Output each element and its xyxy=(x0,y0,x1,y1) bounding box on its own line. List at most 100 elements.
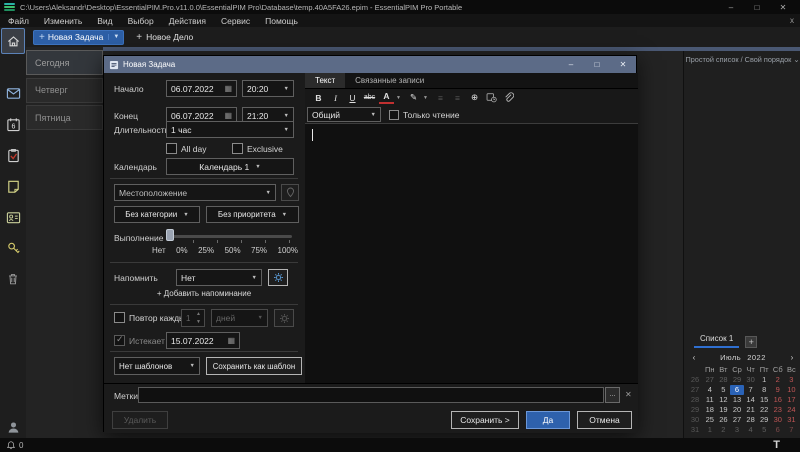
all-day-checkbox[interactable] xyxy=(166,143,177,154)
readonly-toggle[interactable]: Только чтение xyxy=(389,109,459,120)
notifications-bell-icon[interactable] xyxy=(6,440,16,451)
completion-slider-handle[interactable] xyxy=(166,229,174,241)
calendar-day-cell[interactable]: 22 xyxy=(757,405,771,415)
dropdown-arrow-icon[interactable]: ▼ xyxy=(371,112,376,118)
spinner-down-icon[interactable]: ▼ xyxy=(194,320,203,325)
priority-select[interactable]: Без приоритета ▼ xyxy=(206,206,299,223)
calendar-day-cell[interactable]: 11 xyxy=(703,395,717,405)
start-date-field[interactable]: 06.07.2022 ▦ xyxy=(166,80,237,97)
sidebar-item-passwords[interactable] xyxy=(0,237,26,259)
expires-date-field[interactable]: 15.07.2022 ▦ xyxy=(166,332,240,349)
calendar-day-cell[interactable]: 10 xyxy=(785,385,799,395)
font-color-dropdown-icon[interactable]: ▼ xyxy=(396,95,404,101)
calendar-day-cell[interactable]: 2 xyxy=(771,375,785,385)
dropdown-arrow-icon[interactable]: ▼ xyxy=(190,363,195,369)
calendar-day-cell[interactable]: 2 xyxy=(717,425,731,435)
calendar-next-button[interactable]: › xyxy=(785,353,799,362)
day-group-row[interactable]: Четверг xyxy=(26,77,103,103)
attach-file-button[interactable] xyxy=(501,91,516,104)
calendar-day-cell[interactable]: 19 xyxy=(717,405,731,415)
repeat-interval-spinner[interactable]: 1 ▲ ▼ xyxy=(181,309,205,327)
calendar-day-cell[interactable]: 3 xyxy=(730,425,744,435)
dropdown-arrow-icon[interactable]: ▼ xyxy=(183,212,188,218)
window-close-button[interactable]: ✕ xyxy=(770,3,796,12)
date-picker-icon[interactable]: ▦ xyxy=(224,111,232,120)
day-group-row[interactable]: Сегодня xyxy=(26,50,103,75)
dropdown-arrow-icon[interactable]: ▼ xyxy=(282,212,287,218)
tags-more-button[interactable]: ... xyxy=(605,387,620,403)
templates-select[interactable]: Нет шаблонов ▼ xyxy=(114,357,200,375)
calendar-day-cell[interactable]: 1 xyxy=(703,425,717,435)
calendar-day-cell[interactable]: 28 xyxy=(744,415,758,425)
sidebar-item-calendar[interactable]: 6 xyxy=(0,113,26,135)
yes-button[interactable]: Да xyxy=(526,411,570,429)
dialog-minimize-button[interactable]: – xyxy=(558,56,584,73)
sidebar-item-today[interactable] xyxy=(1,28,25,54)
calendar-day-cell[interactable]: 6 xyxy=(730,385,744,395)
tab-list1[interactable]: Список 1 xyxy=(694,332,740,348)
exclusive-checkbox[interactable] xyxy=(232,143,243,154)
calendar-day-cell[interactable]: 18 xyxy=(703,405,717,415)
user-avatar[interactable] xyxy=(0,420,26,435)
dropdown-arrow-icon[interactable]: ▼ xyxy=(255,164,260,170)
menu-item-6[interactable]: Помощь xyxy=(265,16,298,26)
calendar-day-cell[interactable]: 4 xyxy=(744,425,758,435)
calendar-day-cell[interactable]: 20 xyxy=(730,405,744,415)
calendar-day-cell[interactable]: 24 xyxy=(785,405,799,415)
strikethrough-button[interactable]: abc xyxy=(362,91,377,104)
start-time-field[interactable]: 20:20 ▼ xyxy=(242,80,294,97)
expires-checkbox[interactable] xyxy=(114,334,125,346)
dropdown-arrow-icon[interactable]: ▼ xyxy=(266,190,271,196)
menu-item-5[interactable]: Сервис xyxy=(221,16,250,26)
save-as-template-button[interactable]: Сохранить как шаблон xyxy=(206,357,302,375)
menu-item-3[interactable]: Выбор xyxy=(128,16,154,26)
category-select[interactable]: Без категории ▼ xyxy=(114,206,200,223)
dropdown-arrow-icon[interactable]: ▼ xyxy=(252,275,257,281)
date-picker-icon[interactable]: ▦ xyxy=(224,84,232,93)
calendar-day-cell[interactable]: 16 xyxy=(771,395,785,405)
bold-button[interactable]: B xyxy=(311,91,326,104)
calendar-day-cell[interactable]: 30 xyxy=(771,415,785,425)
calendar-day-cell[interactable]: 4 xyxy=(703,385,717,395)
font-color-button[interactable]: A xyxy=(379,92,394,104)
date-picker-icon[interactable]: ▦ xyxy=(227,336,235,345)
delete-button[interactable]: Удалить xyxy=(112,411,168,429)
calendar-day-cell[interactable]: 29 xyxy=(730,375,744,385)
highlight-button[interactable]: ✎ xyxy=(406,91,421,104)
new-task-button[interactable]: + Новая Задача ▼ xyxy=(33,29,125,45)
tags-clear-icon[interactable]: ✕ xyxy=(625,390,632,399)
duration-select[interactable]: 1 час ▼ xyxy=(166,121,294,138)
calendar-day-cell[interactable]: 23 xyxy=(771,405,785,415)
calendar-day-cell[interactable]: 7 xyxy=(785,425,799,435)
new-task-dropdown-arrow-icon[interactable]: ▼ xyxy=(108,34,123,40)
calendar-day-cell[interactable]: 28 xyxy=(717,375,731,385)
tab-related-entries[interactable]: Связанные записи xyxy=(345,73,434,88)
tab-text[interactable]: Текст xyxy=(305,73,346,88)
menu-item-0[interactable]: Файл xyxy=(8,16,29,26)
add-reminder-link[interactable]: + Добавить напоминание xyxy=(104,289,304,298)
underline-button[interactable]: U xyxy=(345,91,360,104)
insert-link-button[interactable]: ⊕ xyxy=(467,91,482,104)
location-map-button[interactable] xyxy=(281,184,299,201)
reminder-settings-button[interactable] xyxy=(268,269,288,286)
list-order-selector[interactable]: Простой список / Свой порядок ⌄ xyxy=(684,55,800,64)
note-text-area[interactable] xyxy=(305,123,638,383)
readonly-checkbox[interactable] xyxy=(389,109,399,120)
calendar-day-cell[interactable]: 5 xyxy=(757,425,771,435)
sidebar-item-contacts[interactable] xyxy=(0,206,26,228)
remind-select[interactable]: Нет ▼ xyxy=(176,269,262,286)
add-list-button[interactable]: + xyxy=(745,336,758,348)
sidebar-item-mail[interactable] xyxy=(0,82,26,104)
calendar-day-cell[interactable]: 1 xyxy=(757,375,771,385)
menu-item-4[interactable]: Действия xyxy=(169,16,206,26)
italic-button[interactable]: I xyxy=(328,91,343,104)
save-button[interactable]: Сохранить > xyxy=(451,411,519,429)
paragraph-style-select[interactable]: Общий ▼ xyxy=(307,107,381,122)
calendar-day-cell[interactable]: 6 xyxy=(771,425,785,435)
calendar-day-cell[interactable]: 12 xyxy=(717,395,731,405)
calendar-day-cell[interactable]: 14 xyxy=(744,395,758,405)
sidebar-item-trash[interactable] xyxy=(0,268,26,290)
calendar-day-cell[interactable]: 5 xyxy=(717,385,731,395)
numbered-list-button[interactable]: ≡ xyxy=(450,91,465,104)
calendar-day-cell[interactable]: 8 xyxy=(757,385,771,395)
